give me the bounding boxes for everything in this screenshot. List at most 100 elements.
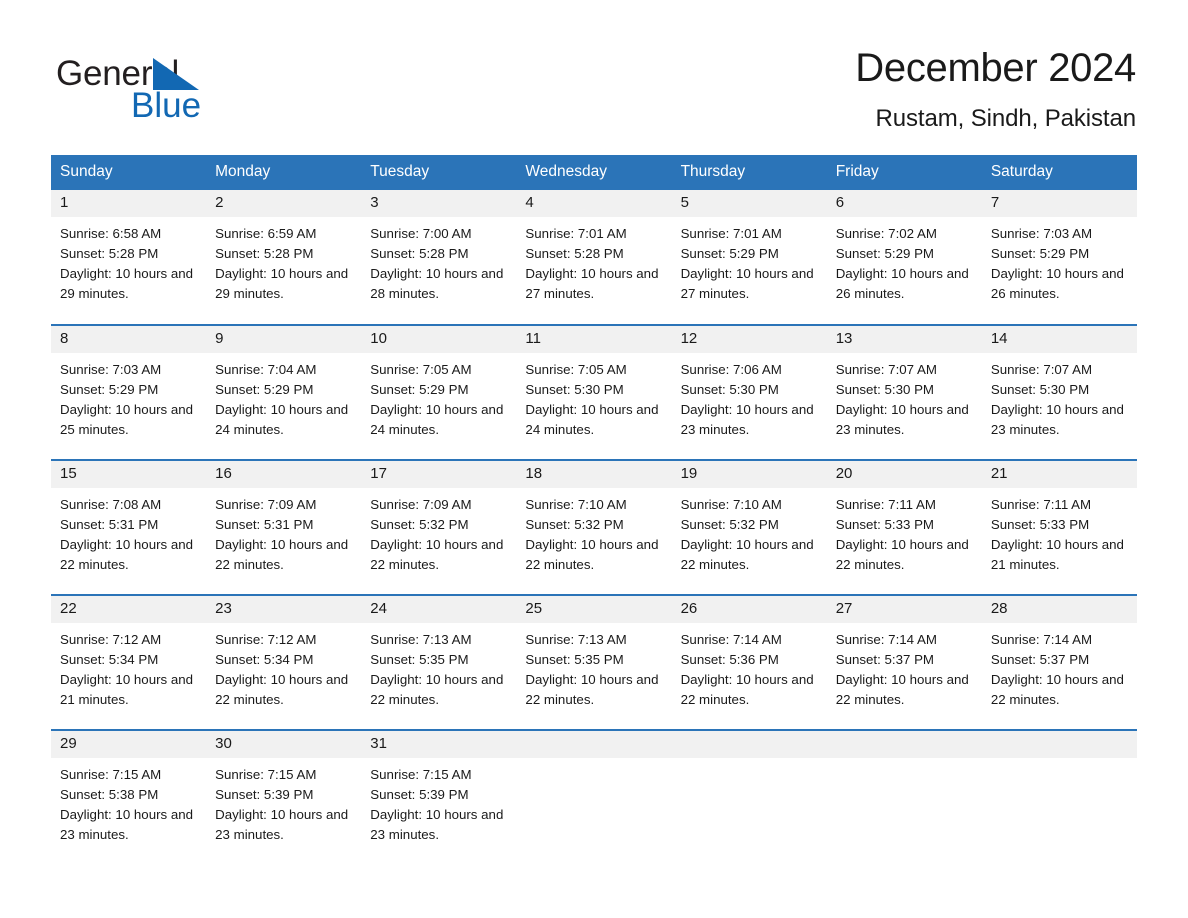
day-sun-info: Sunrise: 7:03 AM Sunset: 5:29 PM Dayligh… [990,225,1124,301]
day-cell[interactable]: 31 Sunrise: 7:15 AM Sunset: 5:39 PM Dayli… [361,728,517,865]
day-sun-info: Sunrise: 7:07 AM Sunset: 5:30 PM Dayligh… [990,361,1124,437]
day-cell[interactable]: 2 Sunrise: 6:59 AM Sunset: 5:28 PM Daylig… [206,189,362,325]
weekday-header-sunday: Sunday [51,154,207,190]
day-cell-empty [516,728,672,865]
day-cell[interactable]: 13 Sunrise: 7:07 AM Sunset: 5:30 PM Dayli… [826,323,982,460]
title-block: December 2024 Rustam, Sindh, Pakistan [855,44,1136,133]
day-cell[interactable]: 20 Sunrise: 7:11 AM Sunset: 5:33 PM Dayli… [826,458,982,595]
day-number: 2 [206,189,362,217]
day-number: 27 [826,595,982,623]
day-number: 5 [671,189,827,217]
day-sun-info: Sunrise: 7:08 AM Sunset: 5:31 PM Dayligh… [60,496,194,572]
calendar-header-row: Sunday Monday Tuesday Wednesday Thursday… [51,154,1137,190]
day-number: 19 [671,460,827,488]
page-subtitle-location: Rustam, Sindh, Pakistan [875,104,1137,132]
day-cell[interactable]: 7 Sunrise: 7:03 AM Sunset: 5:29 PM Daylig… [981,189,1137,325]
calendar-week-row: 22 Sunrise: 7:12 AM Sunset: 5:34 PM Dayli… [51,593,1137,730]
day-number: 31 [361,730,517,758]
day-sun-info: Sunrise: 7:11 AM Sunset: 5:33 PM Dayligh… [835,496,969,572]
day-sun-info: Sunrise: 7:01 AM Sunset: 5:29 PM Dayligh… [680,225,814,301]
day-cell[interactable]: 30 Sunrise: 7:15 AM Sunset: 5:39 PM Dayli… [206,728,362,865]
day-number [981,730,1137,758]
day-sun-info: Sunrise: 7:12 AM Sunset: 5:34 PM Dayligh… [215,631,349,707]
day-sun-info: Sunrise: 6:58 AM Sunset: 5:28 PM Dayligh… [60,225,194,301]
day-cell[interactable]: 15 Sunrise: 7:08 AM Sunset: 5:31 PM Dayli… [51,458,207,595]
day-number: 10 [361,325,517,353]
calendar-body: 1 Sunrise: 6:58 AM Sunset: 5:28 PM Daylig… [51,189,1137,865]
page-title: December 2024 [855,46,1136,90]
day-cell[interactable]: 4 Sunrise: 7:01 AM Sunset: 5:28 PM Daylig… [516,189,672,325]
day-cell[interactable]: 8 Sunrise: 7:03 AM Sunset: 5:29 PM Daylig… [51,323,207,460]
day-cell[interactable]: 24 Sunrise: 7:13 AM Sunset: 5:35 PM Dayli… [361,593,517,730]
day-number: 8 [51,325,207,353]
day-sun-info: Sunrise: 7:14 AM Sunset: 5:37 PM Dayligh… [990,631,1124,707]
day-cell[interactable]: 14 Sunrise: 7:07 AM Sunset: 5:30 PM Dayli… [981,323,1137,460]
sunrise-sunset-calendar: Sunday Monday Tuesday Wednesday Thursday… [51,154,1137,865]
day-cell[interactable]: 16 Sunrise: 7:09 AM Sunset: 5:31 PM Dayli… [206,458,362,595]
day-cell[interactable]: 21 Sunrise: 7:11 AM Sunset: 5:33 PM Dayli… [981,458,1137,595]
calendar-week-row: 1 Sunrise: 6:58 AM Sunset: 5:28 PM Daylig… [51,189,1137,325]
day-sun-info: Sunrise: 7:02 AM Sunset: 5:29 PM Dayligh… [835,225,969,301]
day-cell[interactable]: 9 Sunrise: 7:04 AM Sunset: 5:29 PM Daylig… [206,323,362,460]
day-number: 23 [206,595,362,623]
day-cell[interactable]: 28 Sunrise: 7:14 AM Sunset: 5:37 PM Dayli… [981,593,1137,730]
day-cell[interactable]: 3 Sunrise: 7:00 AM Sunset: 5:28 PM Daylig… [361,189,517,325]
day-cell[interactable]: 22 Sunrise: 7:12 AM Sunset: 5:34 PM Dayli… [51,593,207,730]
day-cell[interactable]: 18 Sunrise: 7:10 AM Sunset: 5:32 PM Dayli… [516,458,672,595]
day-sun-info [672,758,827,765]
day-cell[interactable]: 23 Sunrise: 7:12 AM Sunset: 5:34 PM Dayli… [206,593,362,730]
day-sun-info: Sunrise: 7:06 AM Sunset: 5:30 PM Dayligh… [680,361,814,437]
day-cell[interactable]: 6 Sunrise: 7:02 AM Sunset: 5:29 PM Daylig… [826,189,982,325]
general-blue-logo[interactable]: General Blue [56,44,286,130]
day-number: 12 [671,325,827,353]
day-cell[interactable]: 1 Sunrise: 6:58 AM Sunset: 5:28 PM Daylig… [51,189,207,325]
day-sun-info: Sunrise: 7:10 AM Sunset: 5:32 PM Dayligh… [680,496,814,572]
day-cell[interactable]: 17 Sunrise: 7:09 AM Sunset: 5:32 PM Dayli… [361,458,517,595]
day-cell[interactable]: 27 Sunrise: 7:14 AM Sunset: 5:37 PM Dayli… [826,593,982,730]
weekday-header-tuesday: Tuesday [361,154,517,190]
weekday-header-saturday: Saturday [981,154,1137,190]
day-sun-info: Sunrise: 7:09 AM Sunset: 5:31 PM Dayligh… [215,496,349,572]
day-number: 3 [361,189,517,217]
day-sun-info: Sunrise: 6:59 AM Sunset: 5:28 PM Dayligh… [215,225,349,301]
day-cell[interactable]: 10 Sunrise: 7:05 AM Sunset: 5:29 PM Dayli… [361,323,517,460]
day-number: 14 [981,325,1137,353]
day-cell[interactable]: 19 Sunrise: 7:10 AM Sunset: 5:32 PM Dayli… [671,458,827,595]
day-number: 24 [361,595,517,623]
day-sun-info: Sunrise: 7:05 AM Sunset: 5:29 PM Dayligh… [370,361,504,437]
day-number: 17 [361,460,517,488]
day-sun-info: Sunrise: 7:05 AM Sunset: 5:30 PM Dayligh… [525,361,659,437]
day-sun-info [827,758,982,765]
day-sun-info: Sunrise: 7:12 AM Sunset: 5:34 PM Dayligh… [60,631,194,707]
day-sun-info: Sunrise: 7:07 AM Sunset: 5:30 PM Dayligh… [835,361,969,437]
day-sun-info [516,758,671,765]
day-cell[interactable]: 11 Sunrise: 7:05 AM Sunset: 5:30 PM Dayli… [516,323,672,460]
day-number: 20 [826,460,982,488]
day-number: 18 [516,460,672,488]
day-cell[interactable]: 25 Sunrise: 7:13 AM Sunset: 5:35 PM Dayli… [516,593,672,730]
page-header: General Blue December 2024 Rustam, Sindh… [0,0,1188,133]
day-number: 28 [981,595,1137,623]
day-number [671,730,827,758]
day-sun-info: Sunrise: 7:13 AM Sunset: 5:35 PM Dayligh… [370,631,504,707]
day-number [826,730,982,758]
day-number: 30 [206,730,362,758]
day-number: 4 [516,189,672,217]
day-cell[interactable]: 26 Sunrise: 7:14 AM Sunset: 5:36 PM Dayli… [671,593,827,730]
day-cell[interactable]: 12 Sunrise: 7:06 AM Sunset: 5:30 PM Dayli… [671,323,827,460]
day-number: 7 [981,189,1137,217]
brand-name-blue: Blue [131,86,202,125]
day-cell[interactable]: 5 Sunrise: 7:01 AM Sunset: 5:29 PM Daylig… [671,189,827,325]
day-cell[interactable]: 29 Sunrise: 7:15 AM Sunset: 5:38 PM Dayli… [51,728,207,865]
day-sun-info: Sunrise: 7:01 AM Sunset: 5:28 PM Dayligh… [525,225,659,301]
day-sun-info: Sunrise: 7:10 AM Sunset: 5:32 PM Dayligh… [525,496,659,572]
day-sun-info: Sunrise: 7:11 AM Sunset: 5:33 PM Dayligh… [990,496,1124,572]
weekday-header-wednesday: Wednesday [516,154,672,190]
day-number: 13 [826,325,982,353]
day-cell-empty [671,728,827,865]
day-number: 26 [671,595,827,623]
day-sun-info [982,758,1137,765]
day-number: 16 [206,460,362,488]
day-number [516,730,672,758]
day-number: 1 [51,189,207,217]
